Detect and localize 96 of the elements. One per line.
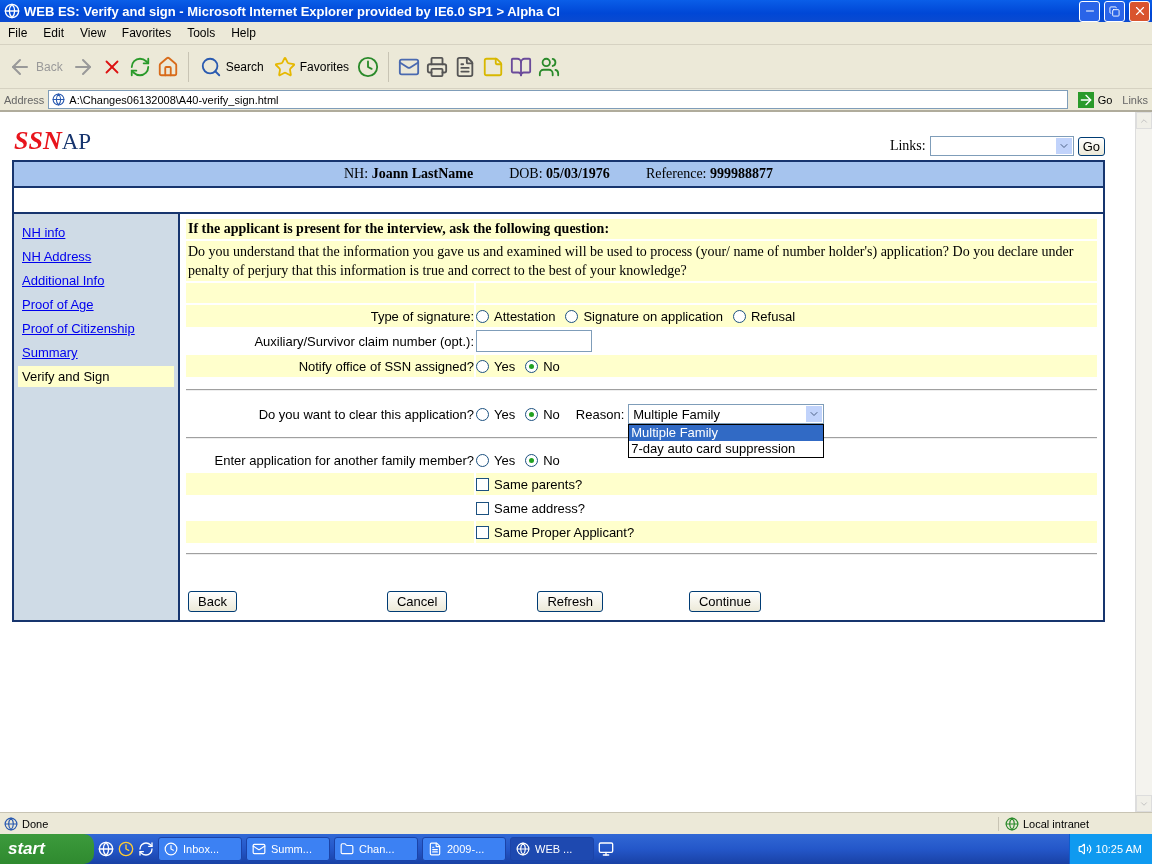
star-icon bbox=[273, 55, 296, 78]
sidebar-link[interactable]: Additional Info bbox=[18, 270, 174, 291]
taskbar-button[interactable]: Chan... bbox=[334, 837, 418, 861]
search-icon bbox=[199, 55, 222, 78]
dropdown-option[interactable]: Multiple Family bbox=[629, 425, 824, 441]
links-label[interactable]: Links bbox=[1122, 93, 1148, 106]
radio-button[interactable] bbox=[476, 407, 489, 421]
menu-item[interactable]: Tools bbox=[179, 26, 224, 40]
task-icon bbox=[340, 842, 354, 856]
checkbox-option[interactable]: Same parents? bbox=[476, 476, 583, 492]
radio-option[interactable]: No bbox=[525, 358, 560, 374]
taskbar-button[interactable]: Summ... bbox=[246, 837, 330, 861]
task-icon bbox=[252, 842, 266, 856]
field-label: Enter application for another family member? bbox=[214, 452, 474, 468]
field-label: Do you want to clear this application? bbox=[258, 406, 474, 422]
question-text: Do you understand that the information you gave us and examined will be used to process (your/ name of number holder's) application? Do you declare under penalty of perjury that this information is true and correct to the best of your knowledge? bbox=[187, 243, 1075, 280]
checkbox[interactable] bbox=[476, 525, 489, 539]
radio-button[interactable] bbox=[525, 359, 539, 373]
field-label: Reason: bbox=[575, 406, 625, 422]
form-button[interactable]: Back bbox=[188, 591, 237, 612]
sidebar-link[interactable]: Proof of Age bbox=[18, 294, 174, 315]
go-button[interactable]: Go bbox=[1071, 91, 1119, 108]
radio-button[interactable] bbox=[732, 309, 746, 323]
task-icon bbox=[164, 842, 178, 856]
radio-button[interactable] bbox=[476, 453, 489, 467]
zone-text: Local intranet bbox=[1023, 817, 1090, 830]
address-text: A:\Changes06132008\A40-verify_sign.html bbox=[69, 93, 279, 106]
sidebar-link[interactable]: Proof of Citizenship bbox=[18, 318, 174, 339]
radio-button[interactable] bbox=[525, 453, 539, 467]
field-label: Auxiliary/Survivor claim number (opt.): bbox=[254, 333, 474, 349]
header-item: Reference: 999988877 bbox=[645, 166, 773, 182]
field-label: Type of signature: bbox=[370, 308, 474, 324]
form-button[interactable]: Continue bbox=[688, 591, 761, 612]
logo: SSNAP bbox=[14, 126, 92, 156]
sidebar-link[interactable]: Summary bbox=[18, 342, 174, 363]
radio-option[interactable]: No bbox=[525, 452, 560, 468]
radio-option[interactable]: Yes bbox=[476, 406, 516, 422]
taskbar-button[interactable]: Inbox... bbox=[158, 837, 242, 861]
printer-icon[interactable] bbox=[426, 55, 449, 78]
radio-button[interactable] bbox=[476, 309, 489, 323]
task-icon bbox=[516, 842, 530, 856]
form-button[interactable]: Refresh bbox=[537, 591, 603, 612]
links-dropdown[interactable] bbox=[929, 136, 1074, 156]
refresh-icon[interactable] bbox=[138, 841, 154, 857]
sidebar-link[interactable]: NH Address bbox=[18, 246, 174, 267]
menu-item[interactable]: Favorites bbox=[113, 26, 180, 40]
header-item: NH: Joann LastName bbox=[344, 166, 474, 182]
minimize-button[interactable] bbox=[1079, 0, 1100, 22]
books-icon[interactable] bbox=[510, 55, 533, 78]
restore-button[interactable] bbox=[1104, 0, 1125, 22]
monitor-icon[interactable] bbox=[598, 841, 614, 857]
favorites-button[interactable]: Favorites bbox=[271, 53, 352, 80]
radio-button[interactable] bbox=[476, 359, 489, 373]
address-field[interactable]: A:\Changes06132008\A40-verify_sign.html bbox=[48, 90, 1068, 109]
close-button[interactable] bbox=[1129, 0, 1150, 22]
clock-text: 10:25 AM bbox=[1095, 843, 1142, 855]
radio-option[interactable]: Yes bbox=[476, 358, 516, 374]
claim-number-field[interactable] bbox=[476, 330, 592, 352]
radio-option[interactable]: Refusal bbox=[732, 308, 795, 324]
volume-icon[interactable] bbox=[1077, 842, 1092, 856]
checkbox[interactable] bbox=[476, 477, 489, 491]
menu-item[interactable]: Help bbox=[223, 26, 264, 40]
address-label: Address bbox=[4, 93, 45, 106]
status-text: Done bbox=[22, 817, 50, 830]
field-label: Notify office of SSN assigned? bbox=[298, 358, 474, 374]
radio-button[interactable] bbox=[525, 407, 539, 421]
checkbox-option[interactable]: Same Proper Applicant? bbox=[476, 524, 635, 540]
globe-icon bbox=[1005, 816, 1019, 831]
radio-button[interactable] bbox=[565, 309, 579, 323]
checkbox[interactable] bbox=[476, 501, 489, 515]
question-heading: If the applicant is present for the interview, ask the following question: bbox=[187, 220, 611, 238]
start-button[interactable]: start bbox=[0, 834, 94, 864]
taskbar-button[interactable]: 2009-... bbox=[422, 837, 506, 861]
form-button[interactable]: Cancel bbox=[386, 591, 448, 612]
clock-icon[interactable] bbox=[118, 841, 134, 857]
task-icon bbox=[428, 842, 442, 856]
search-button[interactable]: Search bbox=[197, 53, 266, 80]
radio-option[interactable]: No bbox=[525, 406, 560, 422]
radio-option[interactable]: Yes bbox=[476, 452, 516, 468]
menu-item[interactable]: View bbox=[72, 26, 114, 40]
radio-option[interactable]: Attestation bbox=[476, 308, 556, 324]
taskbar-button[interactable]: WEB ... bbox=[510, 837, 594, 861]
header-item: DOB: 05/03/1976 bbox=[509, 166, 610, 182]
restore-icon bbox=[1109, 5, 1120, 17]
links-label: Links: bbox=[889, 138, 926, 154]
window-title: WEB ES: Verify and sign - Microsoft Internet Explorer provided by IE6.0 SP1 > Alpha CI bbox=[24, 3, 561, 19]
menu-item[interactable]: File bbox=[0, 26, 36, 40]
sidebar-link[interactable]: NH info bbox=[18, 222, 174, 243]
home-icon[interactable] bbox=[156, 55, 179, 78]
people-icon[interactable] bbox=[538, 55, 561, 78]
radio-option[interactable]: Signature on application bbox=[565, 308, 723, 324]
history-icon[interactable] bbox=[357, 55, 380, 78]
sidebar-link[interactable]: Verify and Sign bbox=[18, 366, 174, 387]
checkbox-option[interactable]: Same address? bbox=[476, 500, 586, 516]
menu-item[interactable]: Edit bbox=[35, 26, 73, 40]
go-button[interactable]: Go bbox=[1077, 136, 1105, 156]
